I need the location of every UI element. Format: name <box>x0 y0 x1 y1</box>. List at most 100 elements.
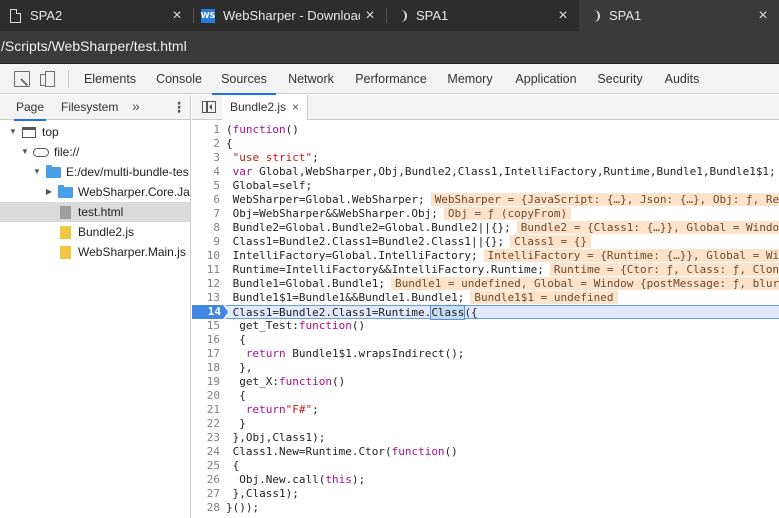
code-line[interactable]: 7 Obj=WebSharper&&WebSharper.Obj; Obj = ƒ… <box>192 207 779 221</box>
line-number[interactable]: 18 <box>192 361 222 375</box>
code-line[interactable]: 3 "use strict"; <box>192 151 779 165</box>
code-line[interactable]: 25 { <box>192 459 779 473</box>
tab-memory[interactable]: Memory <box>440 64 500 94</box>
code-line[interactable]: 17 return Bundle1$1.wrapsIndirect(); <box>192 347 779 361</box>
code-line[interactable]: 9 Class1=Bundle2.Class1=Bundle2.Class1||… <box>192 235 779 249</box>
browser-tab-websharper[interactable]: WS WebSharper - Downloads × <box>193 0 386 31</box>
code-line-paused[interactable]: 14 Class1=Bundle2.Class1=Runtime.Class({ <box>192 305 779 320</box>
device-toolbar-icon[interactable] <box>40 71 56 87</box>
line-number[interactable]: 11 <box>192 263 222 277</box>
editor-tab-bundle2[interactable]: Bundle2.js × <box>222 95 309 120</box>
code-line[interactable]: 13 Bundle1$1=Bundle1&&Bundle1.Bundle1; Bu… <box>192 291 779 305</box>
expand-arrow-icon[interactable]: ▼ <box>20 142 30 162</box>
browser-tab-spa2[interactable]: SPA2 × <box>0 0 193 31</box>
line-number[interactable]: 15 <box>192 319 222 333</box>
file-icon <box>60 206 71 219</box>
expand-arrow-icon[interactable]: ▼ <box>8 122 18 142</box>
tree-item-folder[interactable]: ▼ E:/dev/multi-bundle-tes <box>0 162 190 182</box>
address-bar[interactable]: /Scripts/WebSharper/test.html <box>0 31 779 64</box>
tab-network[interactable]: Network <box>279 64 343 94</box>
line-number[interactable]: 28 <box>192 501 222 515</box>
line-number[interactable]: 9 <box>192 235 222 249</box>
tab-filesystem[interactable]: Filesystem <box>61 95 118 120</box>
line-number[interactable]: 1 <box>192 123 222 137</box>
code-line[interactable]: 26 Obj.New.call(this); <box>192 473 779 487</box>
more-tabs-icon[interactable]: » <box>132 95 140 120</box>
close-tab-icon[interactable]: × <box>753 7 773 25</box>
tab-performance[interactable]: Performance <box>350 64 432 94</box>
line-number[interactable]: 27 <box>192 487 222 501</box>
code-line[interactable]: 16 { <box>192 333 779 347</box>
line-number[interactable]: 5 <box>192 179 222 193</box>
tree-item-file[interactable]: WebSharper.Main.js <box>0 242 190 262</box>
tab-page[interactable]: Page <box>13 95 47 121</box>
code-line[interactable]: 24 Class1.New=Runtime.Ctor(function() <box>192 445 779 459</box>
close-tab-icon[interactable]: × <box>360 7 380 25</box>
line-number[interactable]: 21 <box>192 403 222 417</box>
line-number[interactable]: 8 <box>192 221 222 235</box>
line-number[interactable]: 4 <box>192 165 222 179</box>
code-line[interactable]: 6 WebSharper=Global.WebSharper; WebSharpe… <box>192 193 779 207</box>
code-line[interactable]: 10 IntelliFactory=Global.IntelliFactory;… <box>192 249 779 263</box>
navigator-menu-icon[interactable]: ⋮ <box>172 95 186 120</box>
toggle-navigator-icon[interactable] <box>202 101 216 113</box>
line-number[interactable]: 25 <box>192 459 222 473</box>
code-line[interactable]: 15 get_Test:function() <box>192 319 779 333</box>
browser-tab-spa1[interactable]: SPA1 × <box>386 0 579 31</box>
expand-arrow-icon[interactable]: ▶ <box>44 182 54 202</box>
line-number[interactable]: 20 <box>192 389 222 403</box>
line-number[interactable]: 14 <box>192 305 228 319</box>
line-number[interactable]: 23 <box>192 431 222 445</box>
tab-sources[interactable]: Sources <box>212 64 276 95</box>
line-number[interactable]: 12 <box>192 277 222 291</box>
code-line[interactable]: 2{ <box>192 137 779 151</box>
tab-console[interactable]: Console <box>147 64 211 94</box>
line-number[interactable]: 19 <box>192 375 222 389</box>
code-line[interactable]: 4 var Global,WebSharper,Obj,Bundle2,Clas… <box>192 165 779 179</box>
code-line[interactable]: 22 } <box>192 417 779 431</box>
code-line[interactable]: 19 get_X:function() <box>192 375 779 389</box>
tab-elements[interactable]: Elements <box>78 64 142 94</box>
cloud-icon <box>33 148 49 157</box>
line-number[interactable]: 7 <box>192 207 222 221</box>
close-tab-icon[interactable]: × <box>553 7 573 25</box>
tree-item-file-selected[interactable]: test.html <box>0 202 190 222</box>
line-number[interactable]: 10 <box>192 249 222 263</box>
line-number[interactable]: 2 <box>192 137 222 151</box>
code-area[interactable]: 1 (function() 2{3 "use strict"; 4 var Globa… <box>192 121 779 518</box>
tree-item-top[interactable]: ▼ top <box>0 122 190 142</box>
line-number[interactable]: 26 <box>192 473 222 487</box>
tab-application[interactable]: Application <box>508 64 584 94</box>
close-icon[interactable]: × <box>292 100 299 114</box>
browser-tab-spa1-active[interactable]: SPA1 × <box>579 0 779 31</box>
code-line[interactable]: 8 Bundle2=Global.Bundle2=Global.Bundle2|… <box>192 221 779 235</box>
tree-item-file[interactable]: Bundle2.js <box>0 222 190 242</box>
line-number[interactable]: 22 <box>192 417 222 431</box>
tree-item-label: top <box>42 125 59 139</box>
tab-audits[interactable]: Audits <box>656 64 708 94</box>
code-line[interactable]: 20 { <box>192 389 779 403</box>
navigator-tab-bar: Page Filesystem » ⋮ <box>0 95 190 121</box>
code-line[interactable]: 12 Bundle1=Global.Bundle1; Bundle1 = unde… <box>192 277 779 291</box>
code-line[interactable]: 23 },Obj,Class1); <box>192 431 779 445</box>
expand-arrow-icon[interactable]: ▼ <box>32 162 42 182</box>
tree-item-file-origin[interactable]: ▼ file:// <box>0 142 190 162</box>
code-line[interactable]: 28}()); <box>192 501 779 515</box>
code-line[interactable]: 18 }, <box>192 361 779 375</box>
code-line[interactable]: 11 Runtime=IntelliFactory&&IntelliFactor… <box>192 263 779 277</box>
line-number[interactable]: 16 <box>192 333 222 347</box>
code-line[interactable]: 21 return"F#"; <box>192 403 779 417</box>
inspect-element-icon[interactable] <box>14 71 30 87</box>
code-line[interactable]: 1 (function() <box>192 123 779 137</box>
tab-security[interactable]: Security <box>592 64 648 94</box>
address-text[interactable]: /Scripts/WebSharper/test.html <box>1 38 187 54</box>
line-number[interactable]: 13 <box>192 291 222 305</box>
tree-item-folder[interactable]: ▶ WebSharper.Core.Java <box>0 182 190 202</box>
line-number[interactable]: 24 <box>192 445 222 459</box>
code-line[interactable]: 5 Global=self; <box>192 179 779 193</box>
line-number[interactable]: 17 <box>192 347 222 361</box>
code-line[interactable]: 27 },Class1); <box>192 487 779 501</box>
line-number[interactable]: 6 <box>192 193 222 207</box>
line-number[interactable]: 3 <box>192 151 222 165</box>
close-tab-icon[interactable]: × <box>167 7 187 25</box>
